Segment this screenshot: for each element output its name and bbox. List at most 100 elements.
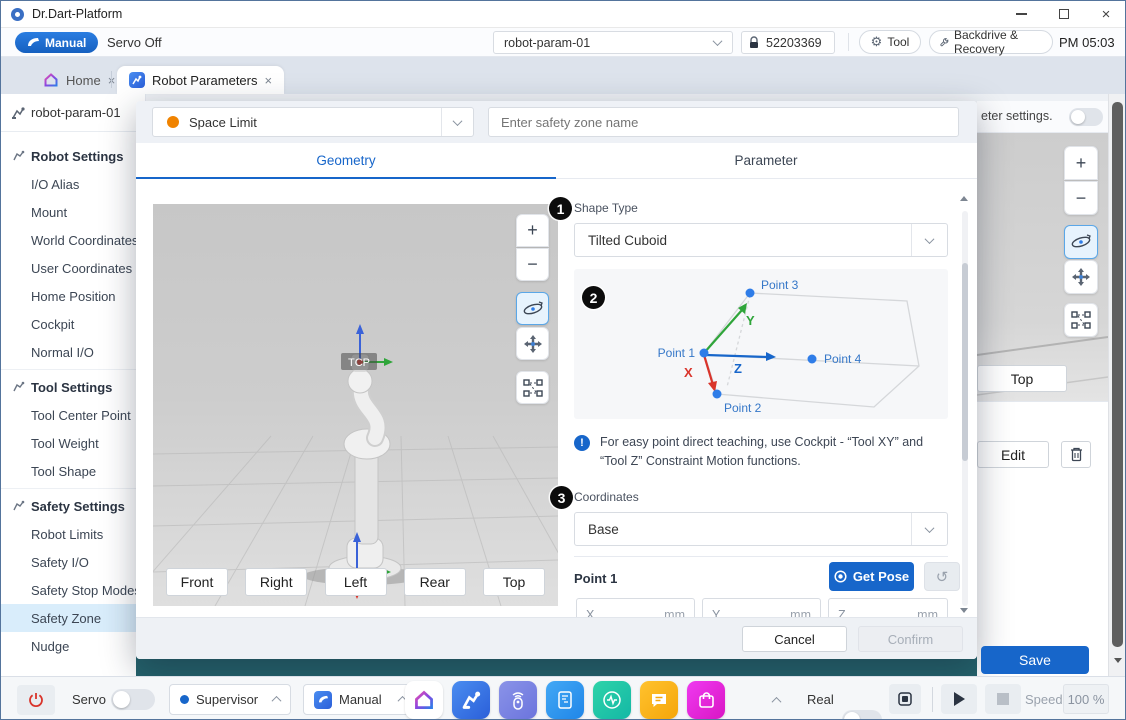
power-icon xyxy=(28,692,44,708)
scroll-down-icon[interactable] xyxy=(1114,658,1122,663)
point-1-label: Point 1 xyxy=(658,346,696,360)
mode-select[interactable]: Manual xyxy=(303,684,417,715)
robot-app-icon[interactable] xyxy=(452,681,490,719)
sidebar-item-safety-stop-modes[interactable]: Safety Stop Modes xyxy=(1,576,145,604)
top-view-button[interactable]: Top xyxy=(977,365,1067,392)
sidebar-item-tool-center-point[interactable]: Tool Center Point xyxy=(1,401,145,429)
sidebar-item-cockpit[interactable]: Cockpit xyxy=(1,310,145,338)
zoom-out-button[interactable]: − xyxy=(516,248,549,281)
orbit-icon xyxy=(522,300,544,318)
tab-home[interactable]: Home × xyxy=(31,66,127,94)
tab-robot-parameters[interactable]: Robot Parameters × xyxy=(117,66,284,94)
zoom-in-button[interactable]: + xyxy=(516,214,549,247)
sidebar-item-world-coordinates[interactable]: World Coordinates xyxy=(1,226,145,254)
shape-type-select[interactable]: Tilted Cuboid xyxy=(574,223,948,257)
view-left-button[interactable]: Left xyxy=(325,568,387,596)
sidebar-section-robot-settings: Robot Settings xyxy=(1,142,145,170)
scroll-down-icon[interactable] xyxy=(960,608,968,613)
backdrive-recovery-button[interactable]: Backdrive & Recovery xyxy=(929,30,1053,54)
app-tab-bar: Home × Robot Parameters × xyxy=(1,57,1125,94)
coordinates-select[interactable]: Base xyxy=(574,512,948,546)
pan-view-button[interactable] xyxy=(1064,260,1098,294)
zone-type-select[interactable]: Space Limit xyxy=(152,107,474,137)
manual-mode-button[interactable]: Manual xyxy=(15,32,98,53)
home-icon xyxy=(43,72,59,88)
pan-view-button[interactable] xyxy=(516,327,549,360)
scrollbar-thumb[interactable] xyxy=(1112,102,1123,647)
step-3-badge: 3 xyxy=(550,486,573,509)
view-buttons-row: Front Right Left Rear Top xyxy=(153,568,558,596)
save-button[interactable]: Save xyxy=(981,646,1089,674)
sidebar-item-io-alias[interactable]: I/O Alias xyxy=(1,170,145,198)
role-select[interactable]: Supervisor xyxy=(169,684,291,715)
app-title: Dr.Dart-Platform xyxy=(32,7,122,21)
zone-name-input[interactable] xyxy=(488,107,959,137)
monitor-app-icon[interactable] xyxy=(593,681,631,719)
zoom-out-button[interactable]: − xyxy=(1064,181,1098,215)
measure-button[interactable] xyxy=(516,371,549,404)
sidebar-item-robot-limits[interactable]: Robot Limits xyxy=(1,520,145,548)
play-button[interactable] xyxy=(941,684,977,714)
home-app-icon[interactable] xyxy=(405,681,443,719)
view-right-button[interactable]: Right xyxy=(245,568,307,596)
maximize-button[interactable] xyxy=(1049,4,1079,24)
sidebar-item-user-coordinates[interactable]: User Coordinates xyxy=(1,254,145,282)
view-top-button[interactable]: Top xyxy=(483,568,545,596)
store-app-icon[interactable] xyxy=(687,681,725,719)
power-button[interactable] xyxy=(17,685,55,715)
settings-text-fragment: eter settings. xyxy=(981,109,1053,123)
close-button[interactable]: × xyxy=(1091,4,1121,24)
cancel-button[interactable]: Cancel xyxy=(742,626,847,652)
sidebar-section-tool-settings: Tool Settings xyxy=(1,373,145,401)
pan-icon xyxy=(523,334,543,354)
robot-config-select[interactable]: robot-param-01 xyxy=(493,31,733,54)
edit-button[interactable]: Edit xyxy=(977,441,1049,468)
sidebar-item-tool-shape[interactable]: Tool Shape xyxy=(1,457,145,485)
dialog-footer: Cancel Confirm xyxy=(136,617,977,659)
scroll-up-icon[interactable] xyxy=(960,196,968,201)
sidebar-item-home-position[interactable]: Home Position xyxy=(1,282,145,310)
sidebar-item-normal-io[interactable]: Normal I/O xyxy=(1,338,145,366)
bottom-bar: Servo Supervisor Manual xyxy=(1,676,1125,720)
sidebar-item-mount[interactable]: Mount xyxy=(1,198,145,226)
view-front-button[interactable]: Front xyxy=(166,568,228,596)
sidebar-item-safety-io[interactable]: Safety I/O xyxy=(1,548,145,576)
message-app-icon[interactable] xyxy=(640,681,678,719)
section-divider xyxy=(574,556,948,557)
manual-mode-icon xyxy=(314,691,332,709)
tab-geometry[interactable]: Geometry xyxy=(136,143,556,179)
rotate-view-button[interactable] xyxy=(1064,225,1098,259)
sidebar-item-safety-zone[interactable]: Safety Zone xyxy=(1,604,145,632)
robot-id-badge[interactable]: 52203369 xyxy=(741,31,835,54)
zone-3d-viewport[interactable]: TCP BASE + − xyxy=(153,204,558,606)
rotate-view-button[interactable] xyxy=(516,292,549,325)
view-rear-button[interactable]: Rear xyxy=(404,568,466,596)
servo-toggle[interactable] xyxy=(111,689,155,710)
dock-expand-icon[interactable] xyxy=(772,697,782,707)
dialog-scrollbar[interactable] xyxy=(962,211,968,606)
minimize-button[interactable] xyxy=(1006,4,1036,24)
lock-icon xyxy=(749,36,761,49)
chevron-down-icon xyxy=(713,36,723,46)
manual-mode-icon xyxy=(27,37,40,48)
sidebar-header: robot-param-01 xyxy=(1,94,145,132)
virtual-3d-button[interactable] xyxy=(889,684,921,714)
chevron-down-icon xyxy=(925,523,935,533)
task-writer-app-icon[interactable] xyxy=(546,681,584,719)
real-toggle[interactable] xyxy=(842,710,882,720)
app-logo-icon xyxy=(11,8,24,21)
scrollbar-thumb[interactable] xyxy=(962,263,968,461)
window-scrollbar[interactable] xyxy=(1108,94,1126,676)
get-pose-button[interactable]: Get Pose xyxy=(829,562,914,591)
sidebar-item-tool-weight[interactable]: Tool Weight xyxy=(1,429,145,457)
delete-button[interactable] xyxy=(1061,441,1091,468)
close-icon[interactable]: × xyxy=(265,73,273,88)
measure-button[interactable] xyxy=(1064,303,1098,337)
edit-lock-toggle[interactable] xyxy=(1069,108,1103,126)
sidebar-item-nudge[interactable]: Nudge xyxy=(1,632,145,660)
tab-parameter[interactable]: Parameter xyxy=(556,143,976,179)
tool-button[interactable]: ⚙ Tool xyxy=(859,30,921,54)
remote-control-app-icon[interactable] xyxy=(499,681,537,719)
zoom-in-button[interactable]: + xyxy=(1064,146,1098,180)
dialog-header: Space Limit xyxy=(136,101,977,143)
